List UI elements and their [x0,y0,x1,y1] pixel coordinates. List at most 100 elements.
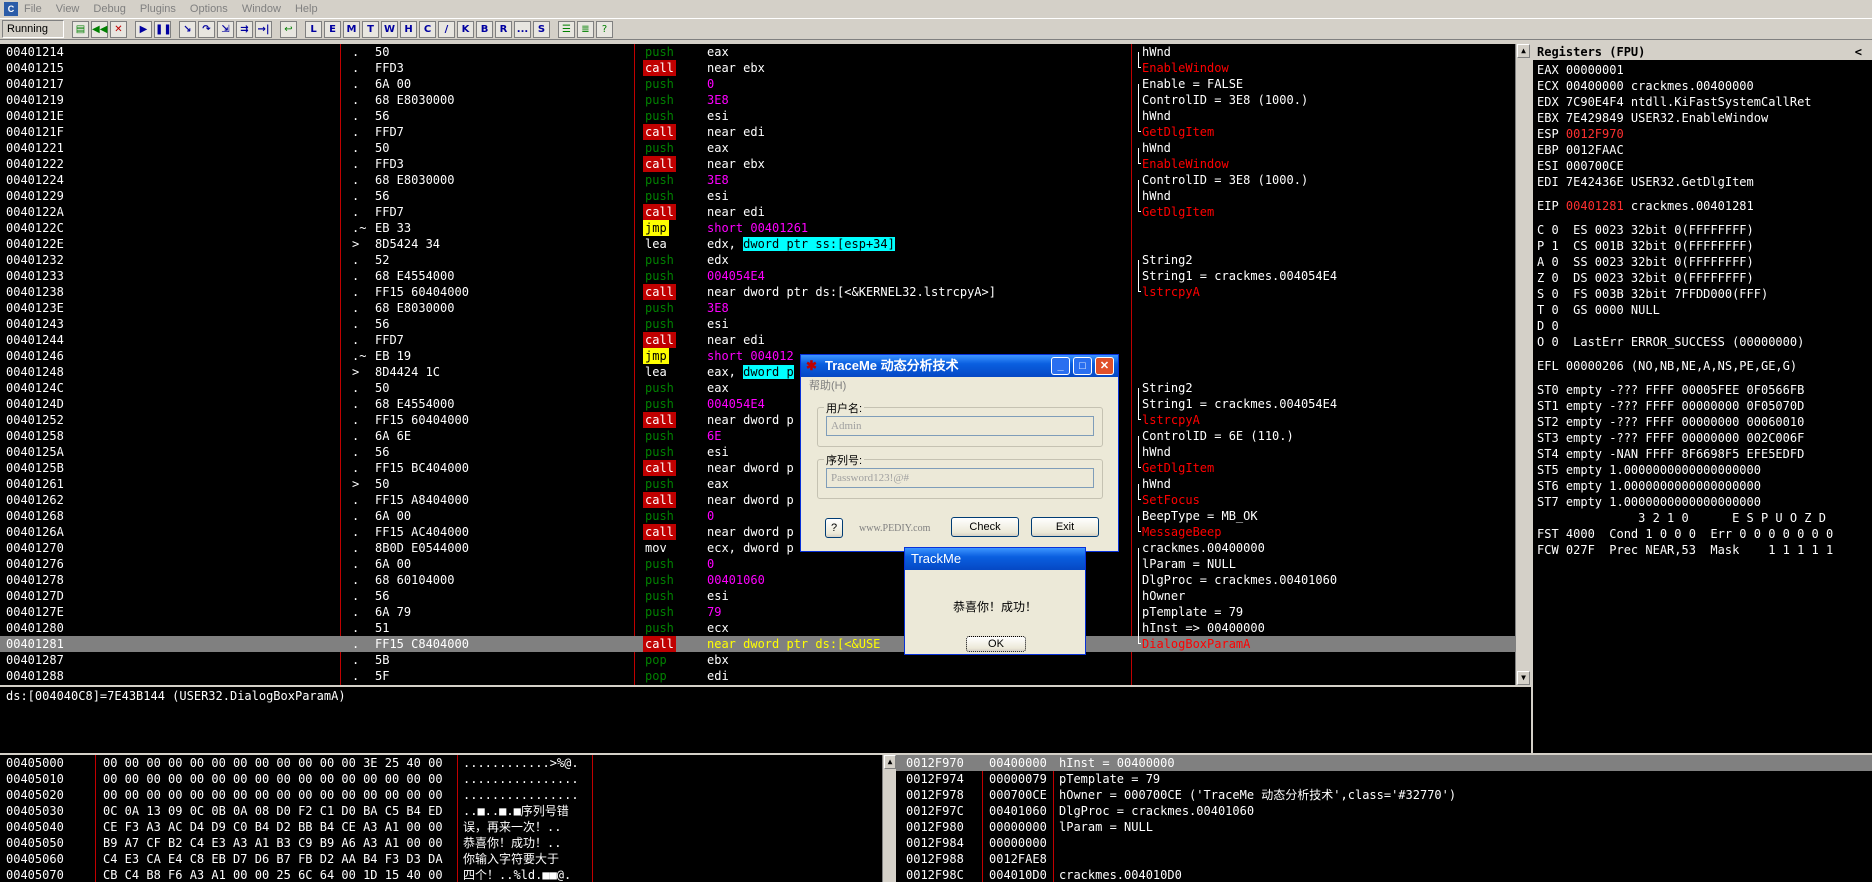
trace-over-icon[interactable]: ⇉ [236,20,253,38]
disasm-row[interactable]: 00401233. 68 E4554000 push 004054E4 String1 … [0,268,1531,284]
log-window-button[interactable]: L [305,20,322,38]
disasm-row[interactable]: 0040124C. 50 push eax String2 [0,380,1531,396]
trace-into-icon[interactable]: ⇲ [217,20,234,38]
flag-line[interactable]: A 0 SS 0023 32bit 0(FFFFFFFF) [1537,254,1872,270]
disasm-row[interactable]: 0040122C .~ EB 33 jmp short 00401261 [0,220,1531,236]
disasm-row[interactable]: 0040125B. FF15 BC404000 call near dword p Ge… [0,460,1531,476]
disasm-row[interactable]: 0040121E. 56 push esi hWnd [0,108,1531,124]
windows-window-button[interactable]: W [381,20,398,38]
go-to-icon[interactable]: ↩ [280,20,297,38]
disasm-row[interactable]: 00401214. 50 push eax hWnd [0,44,1531,60]
fpu-status-word[interactable]: FST 4000 Cond 1 0 0 0 Err 0 0 0 0 0 0 0 [1537,526,1872,542]
register-efl[interactable]: EFL 00000206 (NO,NB,NE,A,NS,PE,GE,G) [1537,358,1872,374]
disassembly-scrollbar[interactable]: ▲ ▼ [1515,44,1531,685]
fpu-register-line[interactable]: ST1 empty -??? FFFF 00000000 0F05070D [1537,398,1872,414]
disasm-row[interactable]: 00401278. 68 60104000 push 00401060 DlgProc … [0,572,1531,588]
stack-row[interactable]: 0012F988 0012FAE8 [896,851,1872,867]
dump-row[interactable]: 00405020 00 00 00 00 00 00 00 00 00 00 00… [0,787,882,803]
disasm-row[interactable]: 0040127E. 6A 79 push 79 pTemplate = 79 [0,604,1531,620]
register-line[interactable]: ESI 000700CE [1537,158,1872,174]
register-eip[interactable]: EIP 00401281 crackmes.00401281 [1537,198,1872,214]
restart-icon[interactable]: ◀◀ [91,20,108,38]
message-box-titlebar[interactable]: TrackMe [905,548,1085,570]
dump-row[interactable]: 00405060 C4 E3 CA E4 C8 EB D7 D6 B7 FB D2… [0,851,882,867]
disasm-row[interactable]: 00401248 >8D4424 1C lea eax, dword p [0,364,1531,380]
register-line[interactable]: EBX 7E429849 USER32.EnableWindow [1537,110,1872,126]
menu-options[interactable]: Options [190,3,228,15]
run-trace-window-button[interactable]: ... [514,20,531,38]
stack-row[interactable]: 0012F97C 00401060 DlgProc = crackmes.00401… [896,803,1872,819]
dump-row[interactable]: 00405010 00 00 00 00 00 00 00 00 00 00 00… [0,771,882,787]
disasm-row[interactable]: 00401288. 5F pop edi [0,668,1531,684]
dump-row[interactable]: 00405040 CE F3 A3 AC D4 D9 C0 B4 D2 BB B4… [0,819,882,835]
flag-line[interactable]: O 0 LastErr ERROR_SUCCESS (00000000) [1537,334,1872,350]
disasm-row[interactable]: 00401244. FFD7 call near edi [0,332,1531,348]
handles-window-button[interactable]: H [400,20,417,38]
execute-till-return-icon[interactable]: →| [255,20,272,38]
exit-button[interactable]: Exit [1031,517,1099,537]
traceme-dialog[interactable]: ✱ TraceMe 动态分析技术 _ □ ✕ 帮助(H) 用户名: Admin … [800,354,1119,552]
stack-row[interactable]: 0012F974 00000079 pTemplate = 79 [896,771,1872,787]
stack-row[interactable]: 0012F980 00000000 lParam = NULL [896,819,1872,835]
username-input[interactable]: Admin [826,416,1094,436]
stack-row[interactable]: 0012F98C 004010D0 crackmes.004010D0 [896,867,1872,882]
flag-line[interactable]: T 0 GS 0000 NULL [1537,302,1872,318]
disasm-row[interactable]: 00401252. FF15 60404000 call near dword p ls… [0,412,1531,428]
serial-input[interactable]: Password123!@# [826,468,1094,488]
stack-pane[interactable]: 0012F970 00400000 hInst = 00400000 0012F974… [896,755,1872,882]
flag-line[interactable]: C 0 ES 0023 32bit 0(FFFFFFFF) [1537,222,1872,238]
menu-window[interactable]: Window [242,3,281,15]
modules-window-button[interactable]: E [324,20,341,38]
source-window-button[interactable]: S [533,20,550,38]
menu-view[interactable]: View [56,3,80,15]
disasm-row[interactable]: 00401221. 50 push eax hWnd [0,140,1531,156]
patches-window-button[interactable]: / [438,20,455,38]
memory-dump-pane[interactable]: 00405000 00 00 00 00 00 00 00 00 00 00 00… [0,755,882,882]
disasm-row[interactable]: 0040126A. FF15 AC404000 call near dword p Me… [0,524,1531,540]
disasm-row[interactable]: 0040122E >8D5424 34 lea edx, dword ptr ss:[… [0,236,1531,252]
run-icon[interactable]: ▶ [135,20,152,38]
disasm-row[interactable]: 00401215. FFD3 call near ebx EnableWindow [0,60,1531,76]
scroll-up-icon[interactable]: ▲ [1517,44,1530,58]
help-icon[interactable]: ? [596,20,613,38]
scroll-up-icon[interactable]: ▲ [884,755,896,769]
stack-row[interactable]: 0012F984 00000000 [896,835,1872,851]
register-line[interactable]: ESP 0012F970 [1537,126,1872,142]
step-over-icon[interactable]: ↷ [198,20,215,38]
menu-file[interactable]: File [24,3,42,15]
fpu-register-line[interactable]: ST5 empty 1.0000000000000000000 [1537,462,1872,478]
disasm-row[interactable]: 00401229. 56 push esi hWnd [0,188,1531,204]
menu-plugins[interactable]: Plugins [140,3,176,15]
check-button[interactable]: Check [951,517,1019,537]
disasm-row[interactable]: 00401246 .~ EB 19 jmp short 004012 [0,348,1531,364]
disasm-row[interactable]: 0040122A. FFD7 call near edi GetDlgItem [0,204,1531,220]
traceme-menu-help[interactable]: 帮助(H) [801,377,1118,395]
list-icon[interactable]: ☰ [558,20,575,38]
fpu-register-line[interactable]: ST0 empty -??? FFFF 00005FEE 0F0566FB [1537,382,1872,398]
fpu-register-line[interactable]: ST7 empty 1.0000000000000000000 [1537,494,1872,510]
disasm-row[interactable]: 00401276. 6A 00 push 0 lParam = NULL [0,556,1531,572]
register-line[interactable]: ECX 00400000 crackmes.00400000 [1537,78,1872,94]
step-into-icon[interactable]: ↘ [179,20,196,38]
stack-row[interactable]: 0012F978 000700CE hOwner = 000700CE ('Trac… [896,787,1872,803]
dump-row[interactable]: 00405030 0C 0A 13 09 0C 0B 0A 08 D0 F2 C1… [0,803,882,819]
disasm-row[interactable]: 00401232. 52 push edx String2 [0,252,1531,268]
fpu-register-line[interactable]: ST3 empty -??? FFFF 00000000 002C006F [1537,430,1872,446]
registers-pane[interactable]: Registers (FPU) < EAX 00000001 ECX 004000… [1533,44,1872,753]
disasm-row[interactable]: 0040123E. 68 E8030000 push 3E8 [0,300,1531,316]
disasm-row[interactable]: 00401287. 5B pop ebx [0,652,1531,668]
flag-line[interactable]: P 1 CS 001B 32bit 0(FFFFFFFF) [1537,238,1872,254]
disasm-row[interactable]: 00401261 >50 push eax hWnd [0,476,1531,492]
traceme-titlebar[interactable]: ✱ TraceMe 动态分析技术 _ □ ✕ [801,355,1118,377]
disasm-row[interactable]: 00401219. 68 E8030000 push 3E8 ControlID = 3… [0,92,1531,108]
options-list-icon[interactable]: ≣ [577,20,594,38]
references-window-button[interactable]: R [495,20,512,38]
disasm-row[interactable]: 00401280. 51 push ecx hInst => 00400000 [0,620,1531,636]
disasm-row[interactable]: 0040124D. 68 E4554000 push 004054E4 String1 … [0,396,1531,412]
fpu-register-line[interactable]: ST4 empty -NAN FFFF 8F6698F5 EFE5EDFD [1537,446,1872,462]
pause-icon[interactable]: ❚❚ [154,20,172,38]
disasm-row[interactable]: 00401262. FF15 A8404000 call near dword p Se… [0,492,1531,508]
disasm-row[interactable]: 00401217. 6A 00 push 0 Enable = FALSE [0,76,1531,92]
disasm-row[interactable]: 00401224. 68 E8030000 push 3E8 ControlID = 3… [0,172,1531,188]
disasm-row[interactable]: 00401243. 56 push esi [0,316,1531,332]
